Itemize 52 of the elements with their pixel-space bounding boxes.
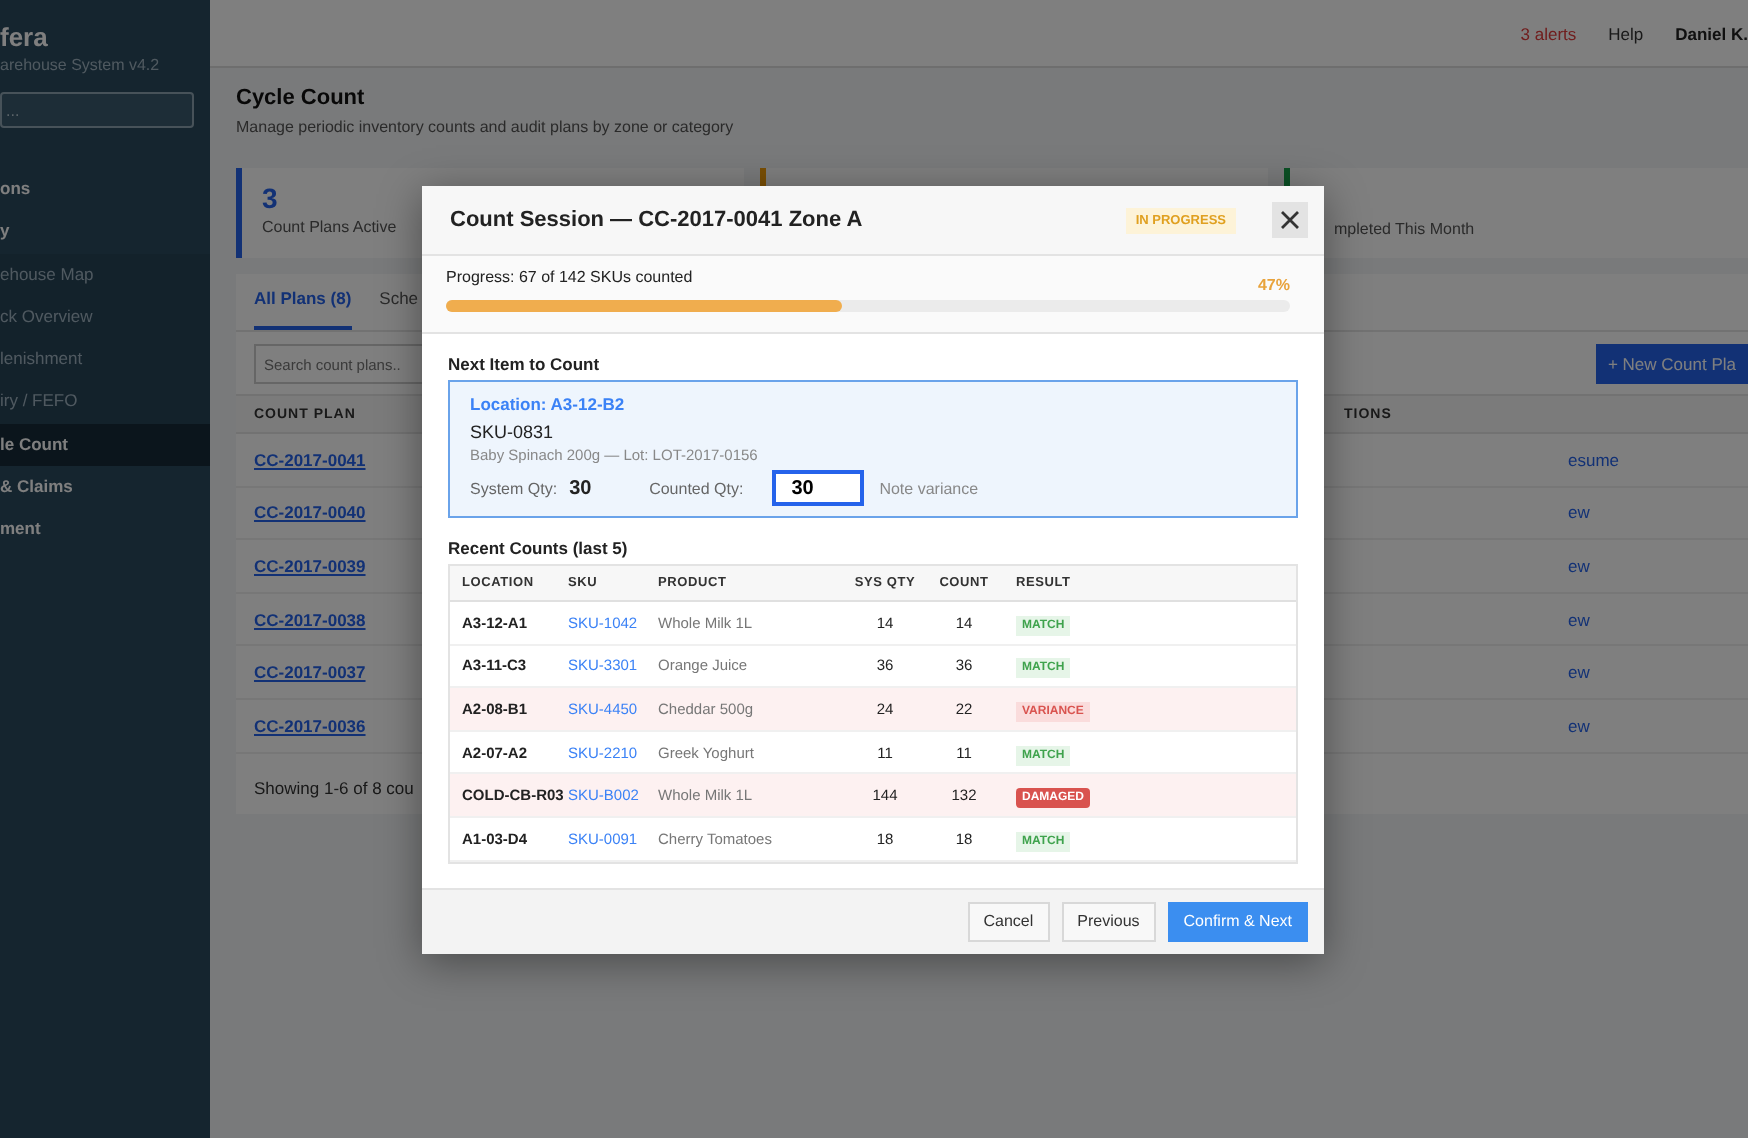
section-heading: Recent Counts (last 5) — [448, 538, 630, 558]
sidebar-search-field[interactable]: ... — [0, 92, 194, 128]
plan-link[interactable]: CC-2017-0037 — [254, 662, 366, 683]
system-qty-value: 30 — [569, 477, 594, 499]
stat-value: 3 — [262, 182, 278, 214]
dialog-button[interactable]: Confirm & Next — [1167, 901, 1308, 942]
page-title: Cycle Count — [236, 86, 367, 110]
alerts-link[interactable]: 3 alerts — [1520, 23, 1577, 43]
dialog-button[interactable]: Previous — [1061, 901, 1156, 942]
sidebar-item[interactable]: ons — [0, 168, 210, 211]
sidebar-item[interactable]: ehouse Map — [0, 253, 210, 296]
user-name[interactable]: Daniel K. — [1675, 23, 1748, 43]
dialog-button[interactable]: Cancel — [967, 901, 1050, 942]
counted-qty-label: Counted Qty: — [649, 479, 744, 497]
tab[interactable]: Sche — [379, 288, 419, 330]
brand-subtitle: arehouse System v4.2 — [0, 56, 162, 74]
close-button[interactable] — [1272, 202, 1308, 238]
sidebar-item[interactable]: ck Overview — [0, 295, 210, 339]
sidebar-item[interactable]: le Count — [0, 423, 210, 467]
action-link[interactable]: esume — [1568, 449, 1748, 470]
plan-link[interactable]: CC-2017-0036 — [254, 715, 366, 736]
location-text: Location: A3-12-B2 — [470, 394, 627, 414]
brand-name: fera — [0, 20, 50, 52]
action-link[interactable]: ew — [1568, 555, 1748, 576]
sidebar-item[interactable]: iry / FEFO — [0, 380, 210, 424]
stat-label: Count Plans Active — [262, 218, 397, 236]
plan-link[interactable]: CC-2017-0039 — [254, 555, 366, 576]
sidebar-item[interactable]: lenishment — [0, 338, 210, 381]
help-link[interactable]: Help — [1608, 23, 1644, 43]
plan-link[interactable]: CC-2017-0041 — [254, 449, 366, 470]
plan-link[interactable]: CC-2017-0038 — [254, 609, 366, 630]
new-count-plan-button[interactable]: + New Count Pla — [1595, 344, 1748, 384]
close-icon — [1280, 210, 1300, 230]
sidebar-item[interactable]: & Claims — [0, 466, 210, 509]
plan-link[interactable]: CC-2017-0040 — [254, 502, 366, 523]
action-link[interactable]: ew — [1568, 609, 1748, 630]
dialog-title: Count Session — CC-2017-0041 Zone A — [450, 208, 865, 232]
tab[interactable]: All Plans (8) — [254, 288, 352, 330]
stat-label: mpleted This Month — [1334, 220, 1475, 238]
sidebar-item[interactable]: y — [0, 210, 210, 254]
sku-text: SKU-0831 — [470, 422, 556, 442]
counted-qty-field[interactable]: 30 — [771, 470, 864, 506]
progress-label: Progress: 67 of 142 SKUs counted — [446, 268, 693, 290]
sidebar-item[interactable]: ment — [0, 508, 210, 552]
action-link[interactable]: ew — [1568, 662, 1748, 683]
system-qty-label: System Qty: — [470, 479, 558, 497]
page-subtitle: Manage periodic inventory counts and audit plans by zone or category — [236, 118, 736, 136]
progress-percent: 47% — [1257, 276, 1290, 294]
note-variance-link[interactable]: Note variance — [879, 479, 979, 497]
action-link[interactable]: ew — [1568, 715, 1748, 736]
pagination-text: Showing 1-6 of 8 cou — [254, 777, 414, 798]
action-link[interactable]: ew — [1568, 502, 1748, 523]
